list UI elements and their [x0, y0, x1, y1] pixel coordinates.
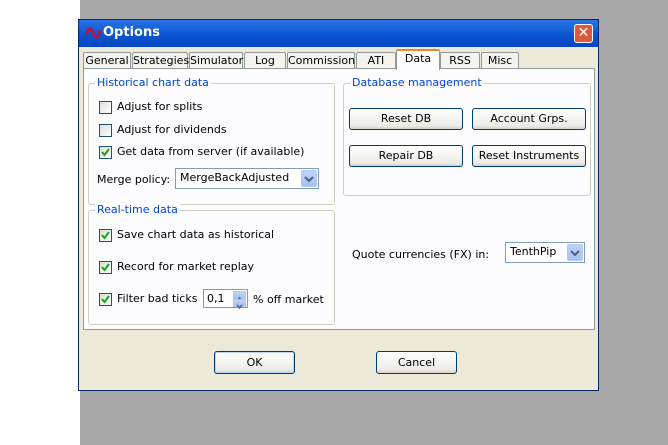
tab-log[interactable]: Log [244, 52, 286, 69]
filter-ticks-value: 0,1 [207, 292, 225, 305]
checkmark-icon [101, 231, 110, 240]
chevron-down-icon[interactable] [567, 244, 583, 261]
options-dialog: Options ✕ General Strategies Simulator L… [78, 19, 599, 391]
filter-bad-ticks-checkbox[interactable] [99, 293, 112, 306]
group-title: Database management [350, 76, 484, 89]
stepper-down-icon[interactable] [233, 299, 246, 310]
merge-policy-select[interactable]: MergeBackAdjusted [175, 168, 319, 189]
tab-label: Simulator [190, 54, 244, 67]
save-chart-data-label: Save chart data as historical [117, 228, 275, 241]
tab-panel-data: Historical chart data Adjust for splits … [83, 68, 595, 330]
checkmark-icon [101, 263, 110, 272]
tab-ati[interactable]: ATI [356, 52, 396, 69]
get-data-from-server-checkbox[interactable] [99, 146, 112, 159]
adjust-dividends-checkbox[interactable] [99, 124, 112, 137]
tab-label: Log [255, 54, 275, 67]
save-chart-data-checkbox[interactable] [99, 229, 112, 242]
record-market-replay-label: Record for market replay [117, 260, 254, 273]
historical-chart-data-group: Historical chart data Adjust for splits … [88, 76, 335, 205]
tab-commission[interactable]: Commission [287, 52, 355, 69]
reset-db-button[interactable]: Reset DB [349, 108, 463, 130]
database-management-group: Database management Reset DB Account Grp… [343, 76, 591, 196]
quote-currencies-label: Quote currencies (FX) in: [352, 248, 490, 261]
account-groups-button[interactable]: Account Grps. [472, 108, 586, 130]
tab-label: Commission [288, 54, 356, 67]
title-bar[interactable]: Options ✕ [79, 20, 598, 47]
adjust-dividends-label: Adjust for dividends [117, 123, 227, 136]
tab-rss[interactable]: RSS [440, 52, 480, 69]
get-data-from-server-label: Get data from server (if available) [117, 145, 305, 158]
real-time-data-group: Real-time data Save chart data as histor… [88, 203, 335, 325]
button-label: Repair DB [378, 149, 434, 162]
record-market-replay-checkbox[interactable] [99, 261, 112, 274]
tab-simulator[interactable]: Simulator [189, 52, 243, 69]
button-label: OK [246, 356, 263, 369]
filter-ticks-suffix: % off market [253, 293, 324, 306]
tab-label: General [85, 54, 129, 67]
tab-label: Data [404, 52, 432, 65]
close-button[interactable]: ✕ [574, 24, 593, 43]
close-icon: ✕ [577, 25, 590, 41]
cancel-button[interactable]: Cancel [376, 351, 457, 374]
reset-instruments-button[interactable]: Reset Instruments [472, 145, 586, 167]
tab-general[interactable]: General [83, 52, 131, 69]
quote-currencies-value: TenthPip [510, 245, 557, 258]
window-title: Options [103, 25, 160, 40]
tab-strategies[interactable]: Strategies [132, 52, 190, 69]
button-label: Reset DB [380, 112, 432, 125]
stepper-up-icon[interactable] [233, 291, 246, 302]
merge-policy-label: Merge policy: [97, 173, 171, 186]
checkmark-icon [101, 295, 110, 304]
button-label: Cancel [397, 356, 436, 369]
group-title: Real-time data [95, 203, 180, 216]
app-logo-icon [85, 27, 101, 39]
tab-label: RSS [449, 54, 471, 67]
checkmark-icon [101, 148, 110, 157]
quote-currencies-select[interactable]: TenthPip [505, 242, 585, 263]
desktop-background [0, 0, 80, 445]
filter-ticks-stepper[interactable]: 0,1 [203, 289, 248, 310]
filter-bad-ticks-label: Filter bad ticks [117, 292, 198, 305]
adjust-splits-checkbox[interactable] [99, 101, 112, 114]
tab-data[interactable]: Data [396, 49, 440, 70]
tab-misc[interactable]: Misc [481, 52, 519, 69]
repair-db-button[interactable]: Repair DB [349, 145, 463, 167]
tab-label: Strategies [133, 54, 190, 67]
group-title: Historical chart data [95, 76, 211, 89]
ok-button[interactable]: OK [214, 351, 295, 374]
chevron-down-icon[interactable] [301, 170, 317, 187]
merge-policy-value: MergeBackAdjusted [180, 171, 290, 184]
button-label: Reset Instruments [478, 149, 580, 162]
tab-label: Misc [487, 54, 513, 67]
adjust-splits-label: Adjust for splits [117, 100, 203, 113]
button-label: Account Grps. [490, 112, 568, 125]
tab-label: ATI [367, 54, 385, 67]
